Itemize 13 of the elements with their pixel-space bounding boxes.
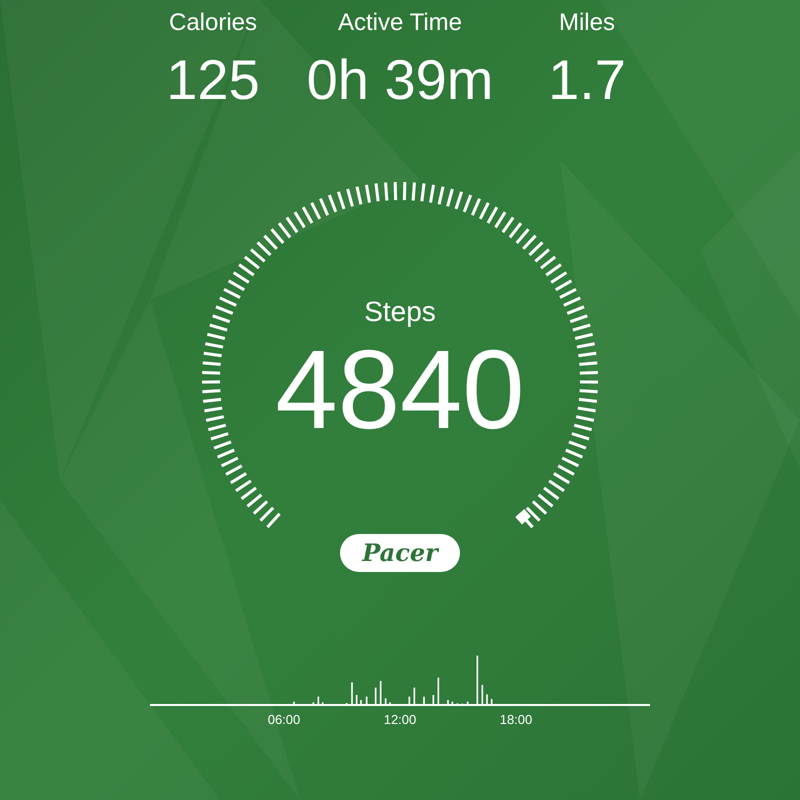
stat-label: Active Time — [338, 8, 462, 38]
stat-label: Calories — [168, 8, 258, 38]
pacer-logo: Pacer — [340, 534, 460, 572]
gauge-handle[interactable] — [515, 509, 534, 528]
time-label: 06:00 — [268, 712, 300, 727]
stat-value: 1.7 — [548, 48, 626, 112]
time-label: 12:00 — [384, 712, 416, 727]
stat-label: Miles — [558, 8, 615, 38]
stat-value: 125 — [166, 48, 260, 112]
time-label: 18:00 — [500, 712, 532, 727]
stat-value: 0h 39m — [306, 48, 494, 112]
steps-label: Steps — [364, 296, 436, 328]
steps-count: 4840 — [275, 328, 525, 452]
